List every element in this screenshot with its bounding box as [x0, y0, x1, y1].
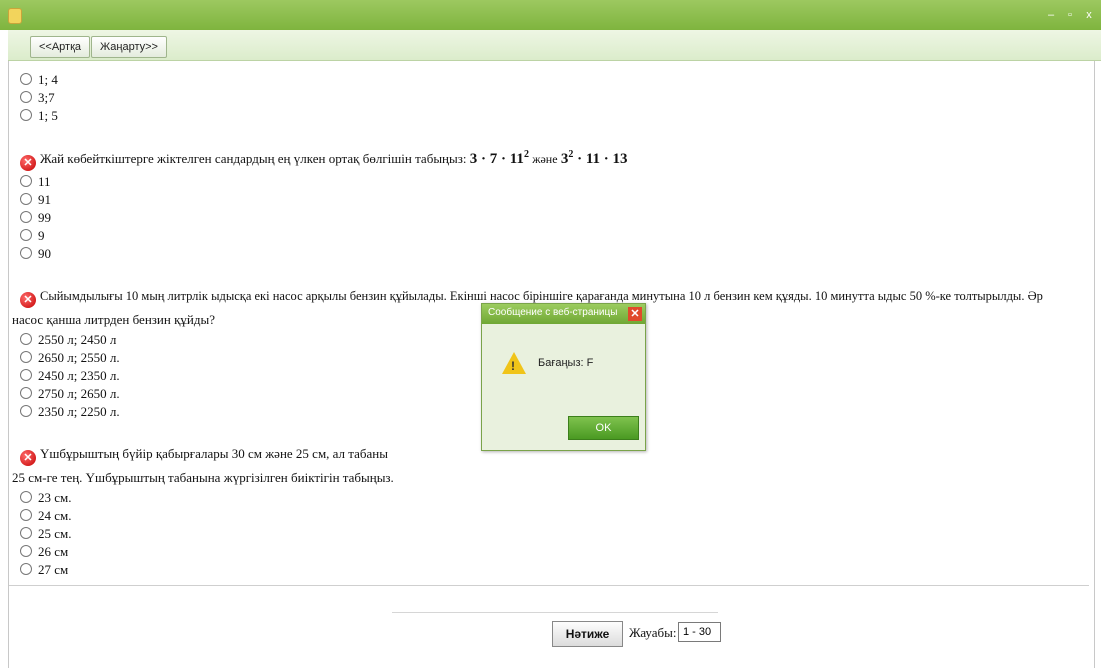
q0-option-3[interactable]: 1; 5 — [20, 107, 58, 124]
q2-text-line2: насос қанша литрден бензин құйды? — [12, 312, 215, 327]
radio-button[interactable] — [20, 351, 32, 363]
q2-option-5[interactable]: 2350 л; 2250 л. — [20, 403, 120, 420]
q2-option-2[interactable]: 2650 л; 2550 л. — [20, 349, 120, 366]
radio-button[interactable] — [20, 247, 32, 259]
minimize-button[interactable]: – — [1043, 7, 1059, 23]
wrong-answer-icon: ✕ — [20, 155, 36, 171]
radio-button[interactable] — [20, 527, 32, 539]
q1-option-5[interactable]: 90 — [20, 245, 51, 262]
dialog-message: Бағаңыз: F — [538, 357, 594, 369]
maximize-button[interactable]: ▫ — [1062, 7, 1078, 23]
radio-button[interactable] — [20, 333, 32, 345]
q1-formula-2: 32 · 11 · 13 — [560, 149, 628, 167]
radio-button[interactable] — [20, 175, 32, 187]
refresh-button[interactable]: Жаңарту>> — [91, 36, 167, 58]
window-close-button[interactable]: x — [1081, 7, 1097, 23]
divider — [9, 585, 1089, 586]
radio-button[interactable] — [20, 491, 32, 503]
radio-button[interactable] — [20, 387, 32, 399]
radio-button[interactable] — [20, 211, 32, 223]
q2-option-4[interactable]: 2750 л; 2650 л. — [20, 385, 120, 402]
toolbar: <<Артқа Жаңарту>> — [8, 30, 1101, 61]
radio-button[interactable] — [20, 91, 32, 103]
app-icon — [8, 8, 22, 24]
q1-text: ✕ Жай көбейткіштерге жіктелген сандардың … — [20, 149, 628, 171]
q1-option-2[interactable]: 91 — [20, 191, 51, 208]
wrong-answer-icon: ✕ — [20, 292, 36, 308]
radio-button[interactable] — [20, 509, 32, 521]
back-button[interactable]: <<Артқа — [30, 36, 91, 58]
warning-icon-mark: ! — [511, 359, 515, 373]
radio-button[interactable] — [20, 229, 32, 241]
radio-button[interactable] — [20, 369, 32, 381]
wrong-answer-icon: ✕ — [20, 450, 36, 466]
q0-option-1[interactable]: 1; 4 — [20, 71, 58, 88]
q2-option-3[interactable]: 2450 л; 2350 л. — [20, 367, 120, 384]
dialog-close-button[interactable]: ✕ — [628, 307, 642, 321]
q1-option-4[interactable]: 9 — [20, 227, 45, 244]
radio-button[interactable] — [20, 109, 32, 121]
q3-option-1[interactable]: 23 см. — [20, 489, 72, 506]
result-button[interactable]: Нәтиже — [552, 621, 623, 647]
dialog-title: Сообщение с веб-страницы — [488, 307, 618, 318]
radio-button[interactable] — [20, 405, 32, 417]
q3-option-2[interactable]: 24 см. — [20, 507, 72, 524]
radio-button[interactable] — [20, 545, 32, 557]
answers-range-input[interactable] — [678, 622, 721, 642]
message-dialog: Сообщение с веб-страницы ✕ ! Бағаңыз: F … — [481, 303, 646, 451]
radio-button[interactable] — [20, 563, 32, 575]
q3-text-line1: ✕ Үшбұрыштың бүйір қабырғалары 30 см және… — [20, 446, 388, 466]
ok-button[interactable]: OK — [568, 416, 639, 440]
q2-option-1[interactable]: 2550 л; 2450 л — [20, 331, 116, 348]
q3-option-5[interactable]: 27 см — [20, 561, 68, 578]
q1-option-1[interactable]: 11 — [20, 173, 51, 190]
dialog-titlebar: Сообщение с веб-страницы ✕ — [482, 304, 645, 324]
window-titlebar: – ▫ x — [0, 0, 1101, 30]
q1-formula-1: 3 · 7 · 112 — [469, 149, 529, 167]
divider — [392, 612, 718, 613]
q3-option-4[interactable]: 26 см — [20, 543, 68, 560]
q1-option-3[interactable]: 99 — [20, 209, 51, 226]
radio-button[interactable] — [20, 73, 32, 85]
q3-text-line2: 25 см-ге тең. Үшбұрыштың табанына жүргіз… — [12, 470, 394, 485]
answers-label: Жауабы: — [629, 625, 677, 640]
radio-button[interactable] — [20, 193, 32, 205]
q3-option-3[interactable]: 25 см. — [20, 525, 72, 542]
q0-option-2[interactable]: 3;7 — [20, 89, 55, 106]
